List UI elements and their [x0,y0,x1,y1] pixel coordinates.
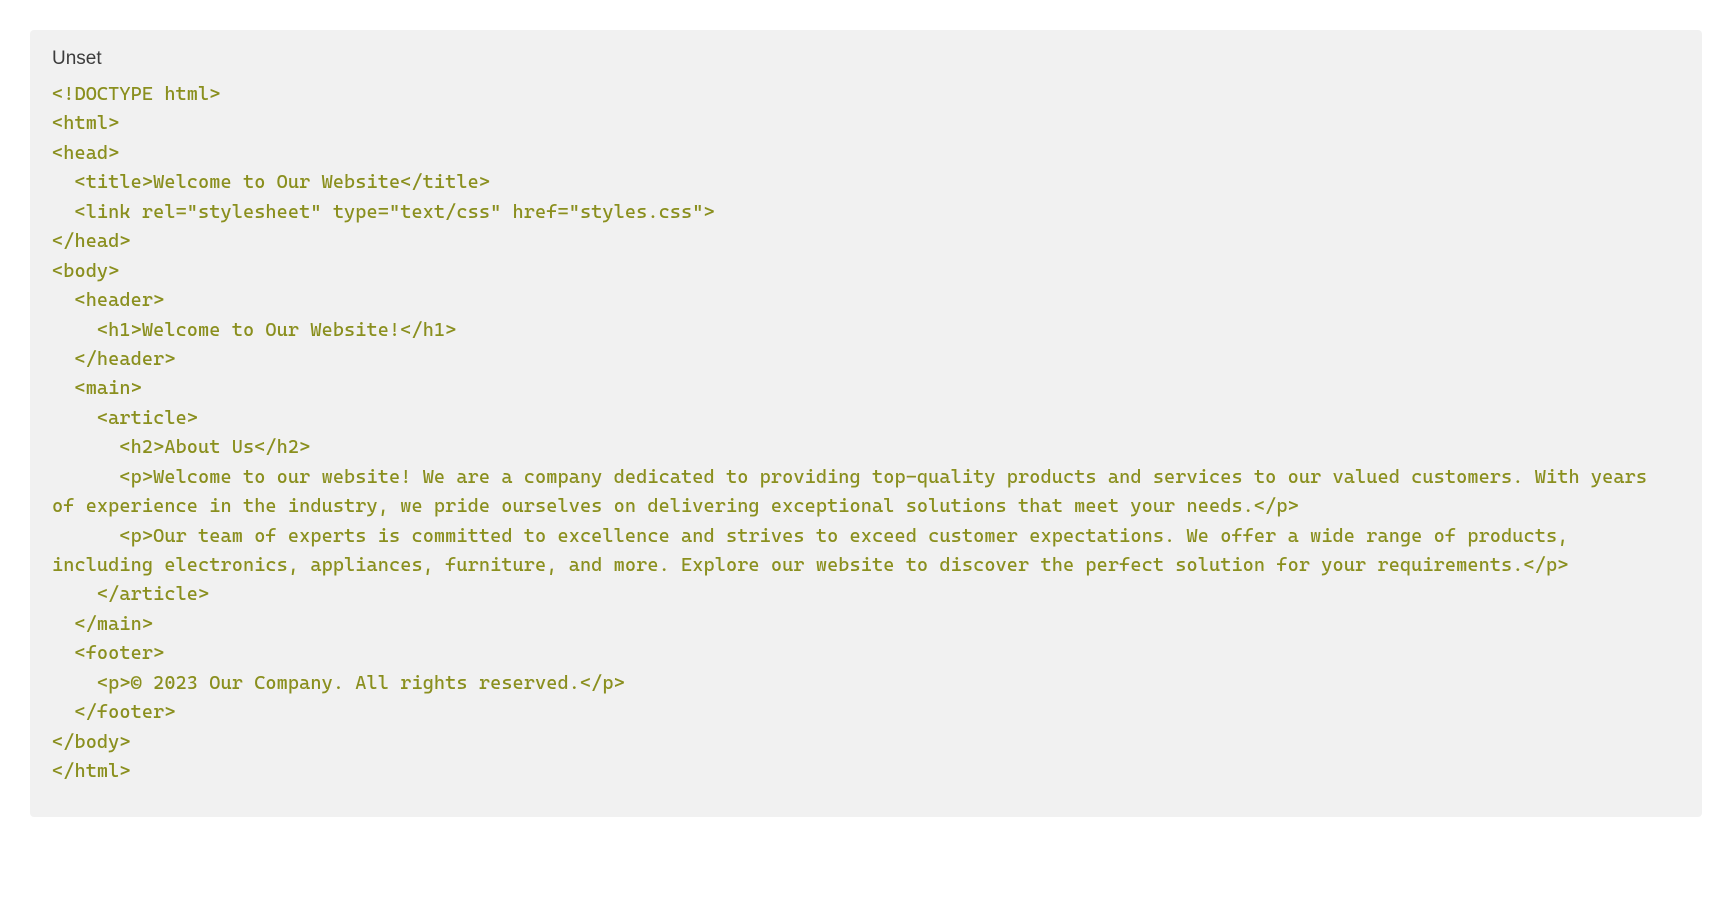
language-label: Unset [52,48,1680,70]
code-block: Unset <!DOCTYPE html> <html> <head> <tit… [30,30,1702,817]
code-content: <!DOCTYPE html> <html> <head> <title>Wel… [52,80,1680,787]
